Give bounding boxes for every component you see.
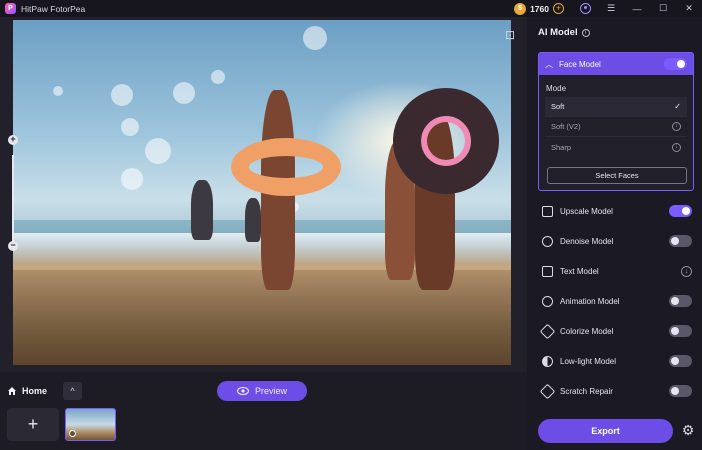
low-light-icon (542, 355, 553, 367)
model-row-upscale[interactable]: Upscale Model (542, 202, 692, 220)
gear-icon[interactable]: ⚙ (680, 422, 696, 438)
mode-option-label: Sharp (551, 142, 572, 152)
bottom-strip: Home ^ Preview + (0, 372, 527, 450)
panel-title-text: AI Model (538, 27, 578, 38)
model-label: Scratch Repair (560, 386, 613, 396)
scratch-repair-icon (539, 383, 556, 399)
app-title: HitPaw FotorPea (21, 3, 86, 14)
model-label: Upscale Model (560, 206, 613, 216)
bokeh (121, 168, 143, 190)
mode-label: Mode (546, 84, 567, 93)
face-model-header[interactable]: ︿ Face Model (539, 53, 693, 75)
denoise-icon (542, 235, 553, 247)
collapse-button[interactable]: ^ (63, 382, 82, 400)
bokeh (211, 70, 225, 84)
crop-icon[interactable]: ⊡ (502, 28, 518, 44)
preview-image[interactable] (13, 20, 511, 365)
bokeh (121, 118, 139, 136)
zoom-slider-track[interactable] (12, 155, 14, 245)
animation-icon (542, 295, 553, 307)
select-faces-button[interactable]: Select Faces (547, 167, 687, 184)
colorize-model-toggle[interactable] (669, 325, 692, 337)
person-background (245, 198, 261, 242)
orange-float (231, 138, 341, 196)
model-label: Low-light Model (560, 356, 617, 366)
bokeh (173, 82, 195, 104)
preview-label: Preview (254, 386, 287, 396)
download-icon[interactable]: ↓ (672, 122, 681, 131)
home-button[interactable]: Home (7, 382, 47, 400)
bokeh (145, 138, 171, 164)
title-bar-controls: $ 1760 + ☰ — ☐ ✕ (514, 0, 702, 17)
maximize-button[interactable]: ☐ (650, 0, 676, 17)
account-button[interactable] (572, 0, 598, 17)
denoise-model-toggle[interactable] (669, 235, 692, 247)
panel-title: AI Model i (538, 27, 590, 38)
canvas-area: ⊡ + − (0, 17, 527, 372)
check-icon: ✓ (674, 102, 681, 111)
app-logo-icon: P (5, 3, 16, 14)
bokeh (111, 84, 133, 106)
credit-balance: 1760 (530, 3, 549, 14)
download-icon[interactable]: ↓ (681, 265, 692, 277)
minimize-button[interactable]: — (624, 0, 650, 17)
home-label: Home (22, 386, 48, 396)
zoom-out-button[interactable]: − (8, 241, 18, 251)
face-model-toggle[interactable] (664, 58, 687, 70)
preview-button[interactable]: Preview (217, 381, 307, 401)
title-bar: P HitPaw FotorPea $ 1760 + ☰ — ☐ ✕ (0, 0, 702, 17)
clock-icon (69, 430, 76, 437)
home-icon (8, 387, 16, 395)
model-row-text[interactable]: Text Model ↓ (542, 262, 692, 280)
model-row-low-light[interactable]: Low-light Model (542, 352, 692, 370)
model-row-scratch-repair[interactable]: Scratch Repair (539, 382, 692, 400)
add-image-button[interactable]: + (7, 408, 59, 441)
zoom-in-button[interactable]: + (8, 135, 18, 145)
text-icon (542, 265, 553, 277)
info-icon[interactable]: i (581, 28, 590, 37)
low-light-model-toggle[interactable] (669, 355, 692, 367)
close-button[interactable]: ✕ (676, 0, 702, 17)
export-button[interactable]: Export (538, 419, 673, 443)
face-model-label: Face Model (559, 59, 601, 69)
ai-model-panel: AI Model i ︿ Face Model Mode Soft ✓ Soft… (527, 17, 702, 450)
animation-model-toggle[interactable] (669, 295, 692, 307)
donut-float (393, 88, 499, 194)
mode-option-soft[interactable]: Soft ✓ (545, 97, 687, 117)
mode-option-sharp[interactable]: Sharp ↓ (545, 137, 687, 157)
coin-icon: $ (514, 2, 527, 15)
face-model-card: ︿ Face Model Mode Soft ✓ Soft (V2) ↓ Sha… (538, 52, 694, 191)
model-label: Text Model (560, 266, 599, 276)
menu-button[interactable]: ☰ (598, 0, 624, 17)
bokeh (303, 26, 327, 50)
chevron-up-icon: ︿ (545, 59, 553, 69)
scratch-repair-toggle[interactable] (669, 385, 692, 397)
colorize-icon (539, 323, 556, 339)
mode-option-label: Soft (551, 102, 565, 111)
person-background (191, 180, 213, 240)
model-label: Denoise Model (560, 236, 614, 246)
model-row-colorize[interactable]: Colorize Model (539, 322, 692, 340)
image-thumbnail[interactable] (65, 408, 116, 441)
upscale-model-toggle[interactable] (669, 205, 692, 217)
model-row-denoise[interactable]: Denoise Model (542, 232, 692, 250)
download-icon[interactable]: ↓ (672, 142, 681, 152)
upscale-icon (542, 205, 553, 217)
add-credits-button[interactable]: + (553, 3, 564, 14)
model-label: Animation Model (560, 296, 620, 306)
model-row-animation[interactable]: Animation Model (542, 292, 692, 310)
eye-icon (236, 387, 249, 395)
mode-option-soft-v2[interactable]: Soft (V2) ↓ (545, 117, 687, 137)
user-icon (579, 3, 591, 14)
bokeh (53, 86, 63, 96)
model-label: Colorize Model (560, 326, 614, 336)
mode-option-label: Soft (V2) (551, 122, 581, 131)
